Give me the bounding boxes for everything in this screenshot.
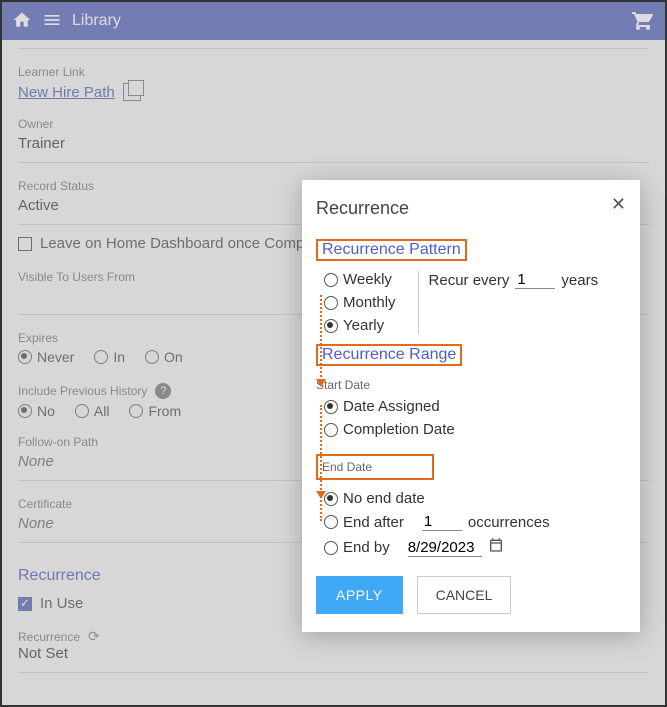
- in-use-label: In Use: [40, 595, 83, 612]
- annotation-arrow-2: [320, 405, 322, 521]
- leave-dashboard-label: Leave on Home Dashboard once Comp: [40, 235, 304, 252]
- recur-every-unit: years: [561, 272, 598, 289]
- end-after-suffix: occurrences: [468, 514, 550, 531]
- page-title: Library: [72, 12, 631, 30]
- expires-never-radio[interactable]: Never: [18, 349, 74, 365]
- expires-on-radio[interactable]: On: [145, 349, 183, 365]
- pattern-yearly-radio[interactable]: Yearly: [324, 317, 396, 334]
- calendar-icon[interactable]: [488, 537, 504, 558]
- end-by-date-input[interactable]: [408, 539, 482, 557]
- pattern-monthly-radio[interactable]: Monthly: [324, 294, 396, 311]
- annotation-arrow: [320, 295, 322, 381]
- help-icon[interactable]: ?: [155, 383, 171, 399]
- learner-link[interactable]: New Hire Path: [18, 84, 115, 101]
- end-date-label: End Date: [316, 454, 434, 480]
- modal-title: Recurrence: [316, 198, 626, 219]
- range-heading: Recurrence Range: [316, 344, 462, 366]
- cancel-button[interactable]: CANCEL: [417, 576, 512, 614]
- start-completion-radio[interactable]: Completion Date: [324, 421, 455, 438]
- recur-every-prefix: Recur every: [429, 272, 510, 289]
- owner-value: Trainer: [18, 135, 649, 152]
- include-from-radio[interactable]: From: [129, 403, 181, 419]
- learner-link-label: Learner Link: [18, 65, 649, 79]
- start-date-label: Start Date: [316, 378, 626, 392]
- end-by-radio[interactable]: End by: [324, 539, 390, 556]
- apply-button[interactable]: APPLY: [316, 576, 403, 614]
- copy-icon[interactable]: [123, 83, 141, 101]
- leave-dashboard-checkbox[interactable]: [18, 237, 32, 251]
- end-no-end-radio[interactable]: No end date: [324, 490, 425, 507]
- home-icon[interactable]: [12, 10, 32, 33]
- recur-every-input[interactable]: [515, 271, 555, 289]
- pattern-heading: Recurrence Pattern: [316, 239, 467, 261]
- owner-label: Owner: [18, 117, 649, 131]
- end-after-input[interactable]: [422, 513, 462, 531]
- expires-in-radio[interactable]: In: [94, 349, 125, 365]
- recurrence-field-label: Recurrence: [18, 630, 80, 644]
- annotation-arrowhead: [316, 379, 326, 387]
- recurrence-value: Not Set: [18, 645, 649, 662]
- include-no-radio[interactable]: No: [18, 403, 55, 419]
- end-after-radio[interactable]: End after: [324, 514, 404, 531]
- refresh-icon[interactable]: ⟳: [88, 628, 100, 645]
- pattern-weekly-radio[interactable]: Weekly: [324, 271, 396, 288]
- cart-icon[interactable]: [631, 8, 655, 35]
- recurrence-modal: ✕ Recurrence Recurrence Pattern Weekly M…: [302, 180, 640, 632]
- include-all-radio[interactable]: All: [75, 403, 110, 419]
- close-icon[interactable]: ✕: [611, 194, 626, 215]
- include-prev-label: Include Previous History: [18, 384, 147, 398]
- start-date-assigned-radio[interactable]: Date Assigned: [324, 398, 440, 415]
- in-use-checkbox[interactable]: [18, 597, 32, 611]
- menu-icon[interactable]: [42, 10, 62, 33]
- app-header: Library: [2, 2, 665, 40]
